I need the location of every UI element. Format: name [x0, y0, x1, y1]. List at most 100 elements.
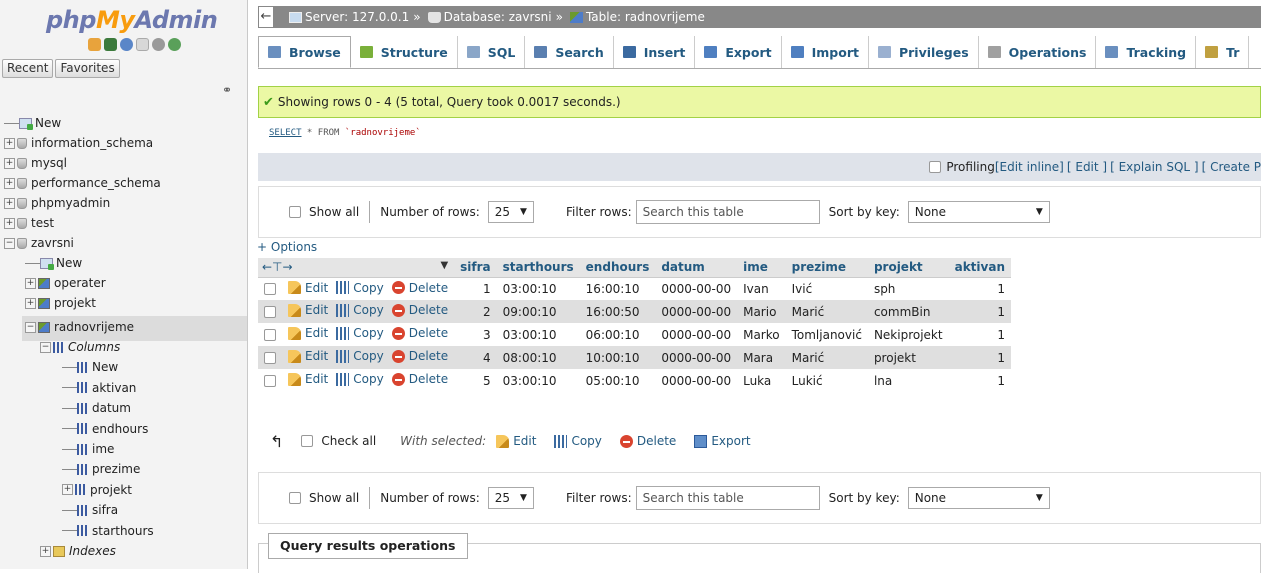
cell-sifra[interactable]: 5 — [454, 369, 497, 392]
cell-endhours[interactable]: 05:00:10 — [579, 369, 656, 392]
cell-endhours[interactable]: 16:00:10 — [579, 277, 656, 300]
column-header-sifra[interactable]: sifra — [454, 258, 497, 278]
check-all-label[interactable]: Check all — [321, 434, 376, 448]
tab-structure[interactable]: Structure — [351, 36, 458, 68]
cell-aktivan[interactable]: 1 — [948, 346, 1011, 369]
cell-starthours[interactable]: 08:00:10 — [496, 346, 580, 369]
cell-aktivan[interactable]: 1 — [948, 300, 1011, 323]
cell-ime[interactable]: Mara — [737, 346, 786, 369]
expand-icon[interactable]: + — [62, 484, 73, 496]
show-all-checkbox[interactable] — [289, 206, 301, 218]
cell-starthours[interactable]: 03:00:10 — [496, 277, 580, 300]
cell-aktivan[interactable]: 1 — [948, 323, 1011, 346]
breadcrumb-database[interactable]: Database: zavrsni — [444, 10, 552, 24]
filter-rows-input[interactable]: Search this table — [635, 200, 820, 224]
cell-ime[interactable]: Marko — [737, 323, 786, 346]
tree-item[interactable]: aktivan — [62, 379, 136, 397]
tab-sql[interactable]: SQL — [458, 36, 526, 68]
cell-projekt[interactable]: sph — [867, 277, 949, 300]
tab-tr[interactable]: Tr — [1196, 36, 1250, 68]
cell-ime[interactable]: Mario — [737, 300, 786, 323]
cell-projekt[interactable]: Nekiprojekt — [867, 323, 949, 346]
number-of-rows-select[interactable]: 25 ▼ — [487, 487, 534, 509]
row-copy-button[interactable]: Copy — [336, 281, 384, 295]
row-delete-button[interactable]: Delete — [391, 326, 448, 340]
cell-endhours[interactable]: 06:00:10 — [579, 323, 656, 346]
cell-aktivan[interactable]: 1 — [948, 369, 1011, 392]
create-php-code-link[interactable]: [ Create P — [1202, 160, 1261, 174]
row-copy-button[interactable]: Copy — [336, 349, 384, 363]
row-edit-button[interactable]: Edit — [288, 372, 328, 386]
row-edit-button[interactable]: Edit — [288, 326, 328, 340]
check-all-checkbox[interactable] — [301, 435, 314, 447]
row-checkbox[interactable] — [264, 306, 276, 318]
cell-aktivan[interactable]: 1 — [948, 277, 1011, 300]
cell-ime[interactable]: Ivan — [737, 277, 786, 300]
row-checkbox[interactable] — [264, 375, 276, 387]
bulk-edit-button[interactable]: Edit — [496, 434, 536, 448]
cell-projekt[interactable]: projekt — [867, 346, 949, 369]
expand-icon[interactable]: + — [4, 157, 15, 169]
expand-icon[interactable]: + — [4, 137, 15, 149]
tree-item[interactable]: − zavrsni — [4, 234, 74, 252]
cell-prezime[interactable]: Lukić — [785, 369, 868, 392]
bulk-copy-button[interactable]: Copy — [554, 434, 602, 448]
show-all-checkbox[interactable] — [289, 492, 301, 504]
bulk-export-button[interactable]: Export — [694, 434, 751, 448]
cell-endhours[interactable]: 16:00:50 — [579, 300, 656, 323]
cell-sifra[interactable]: 3 — [454, 323, 497, 346]
cell-datum[interactable]: 0000-00-00 — [655, 300, 738, 323]
collapse-icon[interactable]: − — [4, 237, 15, 249]
tree-item[interactable]: New — [62, 358, 118, 376]
tree-item[interactable]: + test — [4, 214, 54, 232]
row-delete-button[interactable]: Delete — [391, 281, 448, 295]
collapse-nav-button[interactable]: ← — [258, 6, 274, 28]
row-checkbox[interactable] — [264, 283, 276, 296]
cell-endhours[interactable]: 10:00:10 — [579, 346, 656, 369]
expand-icon[interactable]: + — [4, 177, 15, 189]
tree-item[interactable]: + phpmyadmin — [4, 194, 110, 212]
cell-prezime[interactable]: Marić — [785, 300, 868, 323]
bulk-delete-button[interactable]: Delete — [619, 434, 676, 448]
expand-icon[interactable]: + — [4, 217, 15, 229]
show-all-label[interactable]: Show all — [309, 205, 359, 219]
row-checkbox[interactable] — [264, 352, 276, 364]
expand-icon[interactable]: + — [25, 297, 36, 309]
explain-sql-link[interactable]: [ Explain SQL ] — [1110, 160, 1198, 174]
tree-item[interactable]: + information_schema — [4, 134, 153, 152]
collapse-icon[interactable]: − — [25, 321, 36, 333]
row-copy-button[interactable]: Copy — [336, 303, 384, 317]
help-icon[interactable] — [120, 38, 133, 51]
tree-item[interactable]: endhours — [62, 420, 148, 438]
cell-starthours[interactable]: 09:00:10 — [496, 300, 580, 323]
tree-item[interactable]: + operater — [25, 274, 106, 292]
docs-icon[interactable] — [136, 38, 149, 51]
column-header-prezime[interactable]: prezime — [785, 258, 868, 278]
tree-item[interactable]: + projekt — [62, 481, 132, 499]
cell-ime[interactable]: Luka — [737, 369, 786, 392]
row-delete-button[interactable]: Delete — [391, 349, 448, 363]
cell-prezime[interactable]: Tomljanović — [785, 323, 868, 346]
number-of-rows-select[interactable]: 25 ▼ — [487, 201, 534, 223]
reload-icon[interactable] — [168, 38, 181, 51]
breadcrumb-server[interactable]: Server: 127.0.0.1 — [305, 10, 409, 24]
cell-starthours[interactable]: 03:00:10 — [496, 323, 580, 346]
cell-sifra[interactable]: 1 — [454, 277, 497, 300]
column-resize-arrows[interactable]: ←⊤→ ▼ — [258, 258, 455, 278]
settings-icon[interactable] — [152, 38, 165, 51]
tree-item[interactable]: New — [4, 114, 61, 132]
tab-operations[interactable]: Operations — [979, 36, 1097, 68]
cell-prezime[interactable]: Ivić — [785, 277, 868, 300]
tree-item[interactable]: + Indexes — [40, 542, 116, 560]
tab-tracking[interactable]: Tracking — [1096, 36, 1197, 68]
row-copy-button[interactable]: Copy — [336, 372, 384, 386]
cell-prezime[interactable]: Marić — [785, 346, 868, 369]
row-delete-button[interactable]: Delete — [391, 303, 448, 317]
cell-datum[interactable]: 0000-00-00 — [655, 346, 738, 369]
cell-datum[interactable]: 0000-00-00 — [655, 323, 738, 346]
tree-item[interactable]: sifra — [62, 501, 118, 519]
column-header-aktivan[interactable]: aktivan — [948, 258, 1011, 278]
tree-item[interactable]: + projekt — [25, 294, 96, 312]
tree-item[interactable]: + performance_schema — [4, 174, 161, 192]
row-delete-button[interactable]: Delete — [391, 372, 448, 386]
